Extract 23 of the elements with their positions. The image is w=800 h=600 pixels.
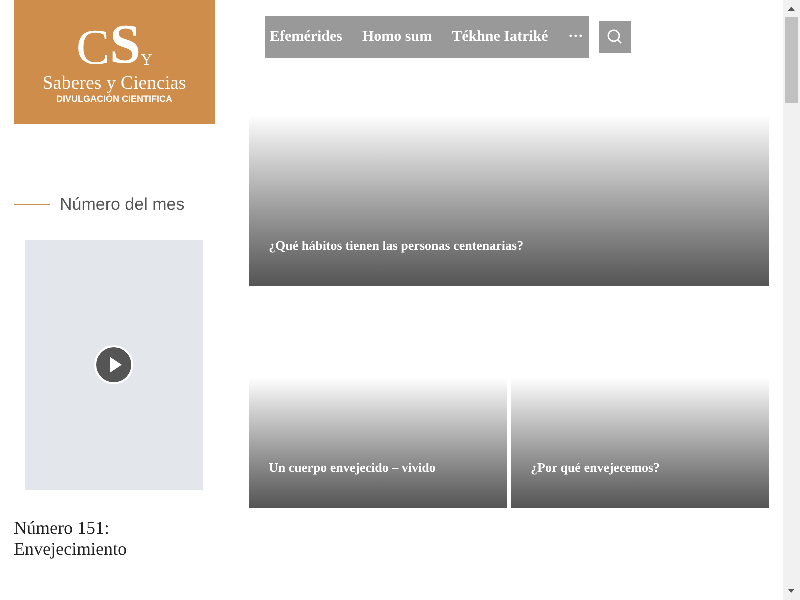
article-title[interactable]: ¿Qué hábitos tienen las personas centenarias? bbox=[269, 238, 524, 254]
article-card[interactable]: Un cuerpo envejecido – vivido bbox=[249, 378, 507, 508]
nav-link[interactable]: Tékhne Iatriké bbox=[452, 26, 548, 48]
logo-letter: C bbox=[76, 20, 110, 74]
article-card[interactable]: ¿Qué hábitos tienen las personas centenarias? bbox=[249, 115, 769, 286]
article-title[interactable]: ¿Por qué envejecemos? bbox=[531, 460, 660, 476]
issue-title-link[interactable]: Número 151: Envejecimiento bbox=[14, 518, 204, 560]
play-icon[interactable] bbox=[94, 344, 134, 384]
site-logo[interactable]: CSY Saberes y Ciencias DIVULGACIÓN CIENTIFICA bbox=[14, 0, 215, 124]
scrollbar-thumb[interactable] bbox=[785, 17, 798, 103]
scrollbar[interactable] bbox=[783, 0, 800, 600]
nav-link[interactable]: ··· bbox=[568, 26, 584, 48]
logo-tagline: DIVULGACIÓN CIENTIFICA bbox=[56, 94, 172, 105]
search-button[interactable] bbox=[599, 21, 632, 53]
search-icon bbox=[607, 29, 624, 45]
nav-link[interactable]: Efemérides bbox=[270, 26, 342, 48]
logo-letter: S bbox=[110, 16, 141, 74]
article-card[interactable]: ¿Por qué envejecemos? bbox=[511, 378, 769, 508]
section-heading: Número del mes bbox=[60, 194, 185, 216]
article-title[interactable]: Un cuerpo envejecido – vivido bbox=[269, 460, 436, 476]
logo-letter: Y bbox=[140, 52, 153, 70]
logo-name: Saberes y Ciencias bbox=[42, 74, 186, 94]
nav-link[interactable]: Homo sum bbox=[362, 26, 432, 48]
